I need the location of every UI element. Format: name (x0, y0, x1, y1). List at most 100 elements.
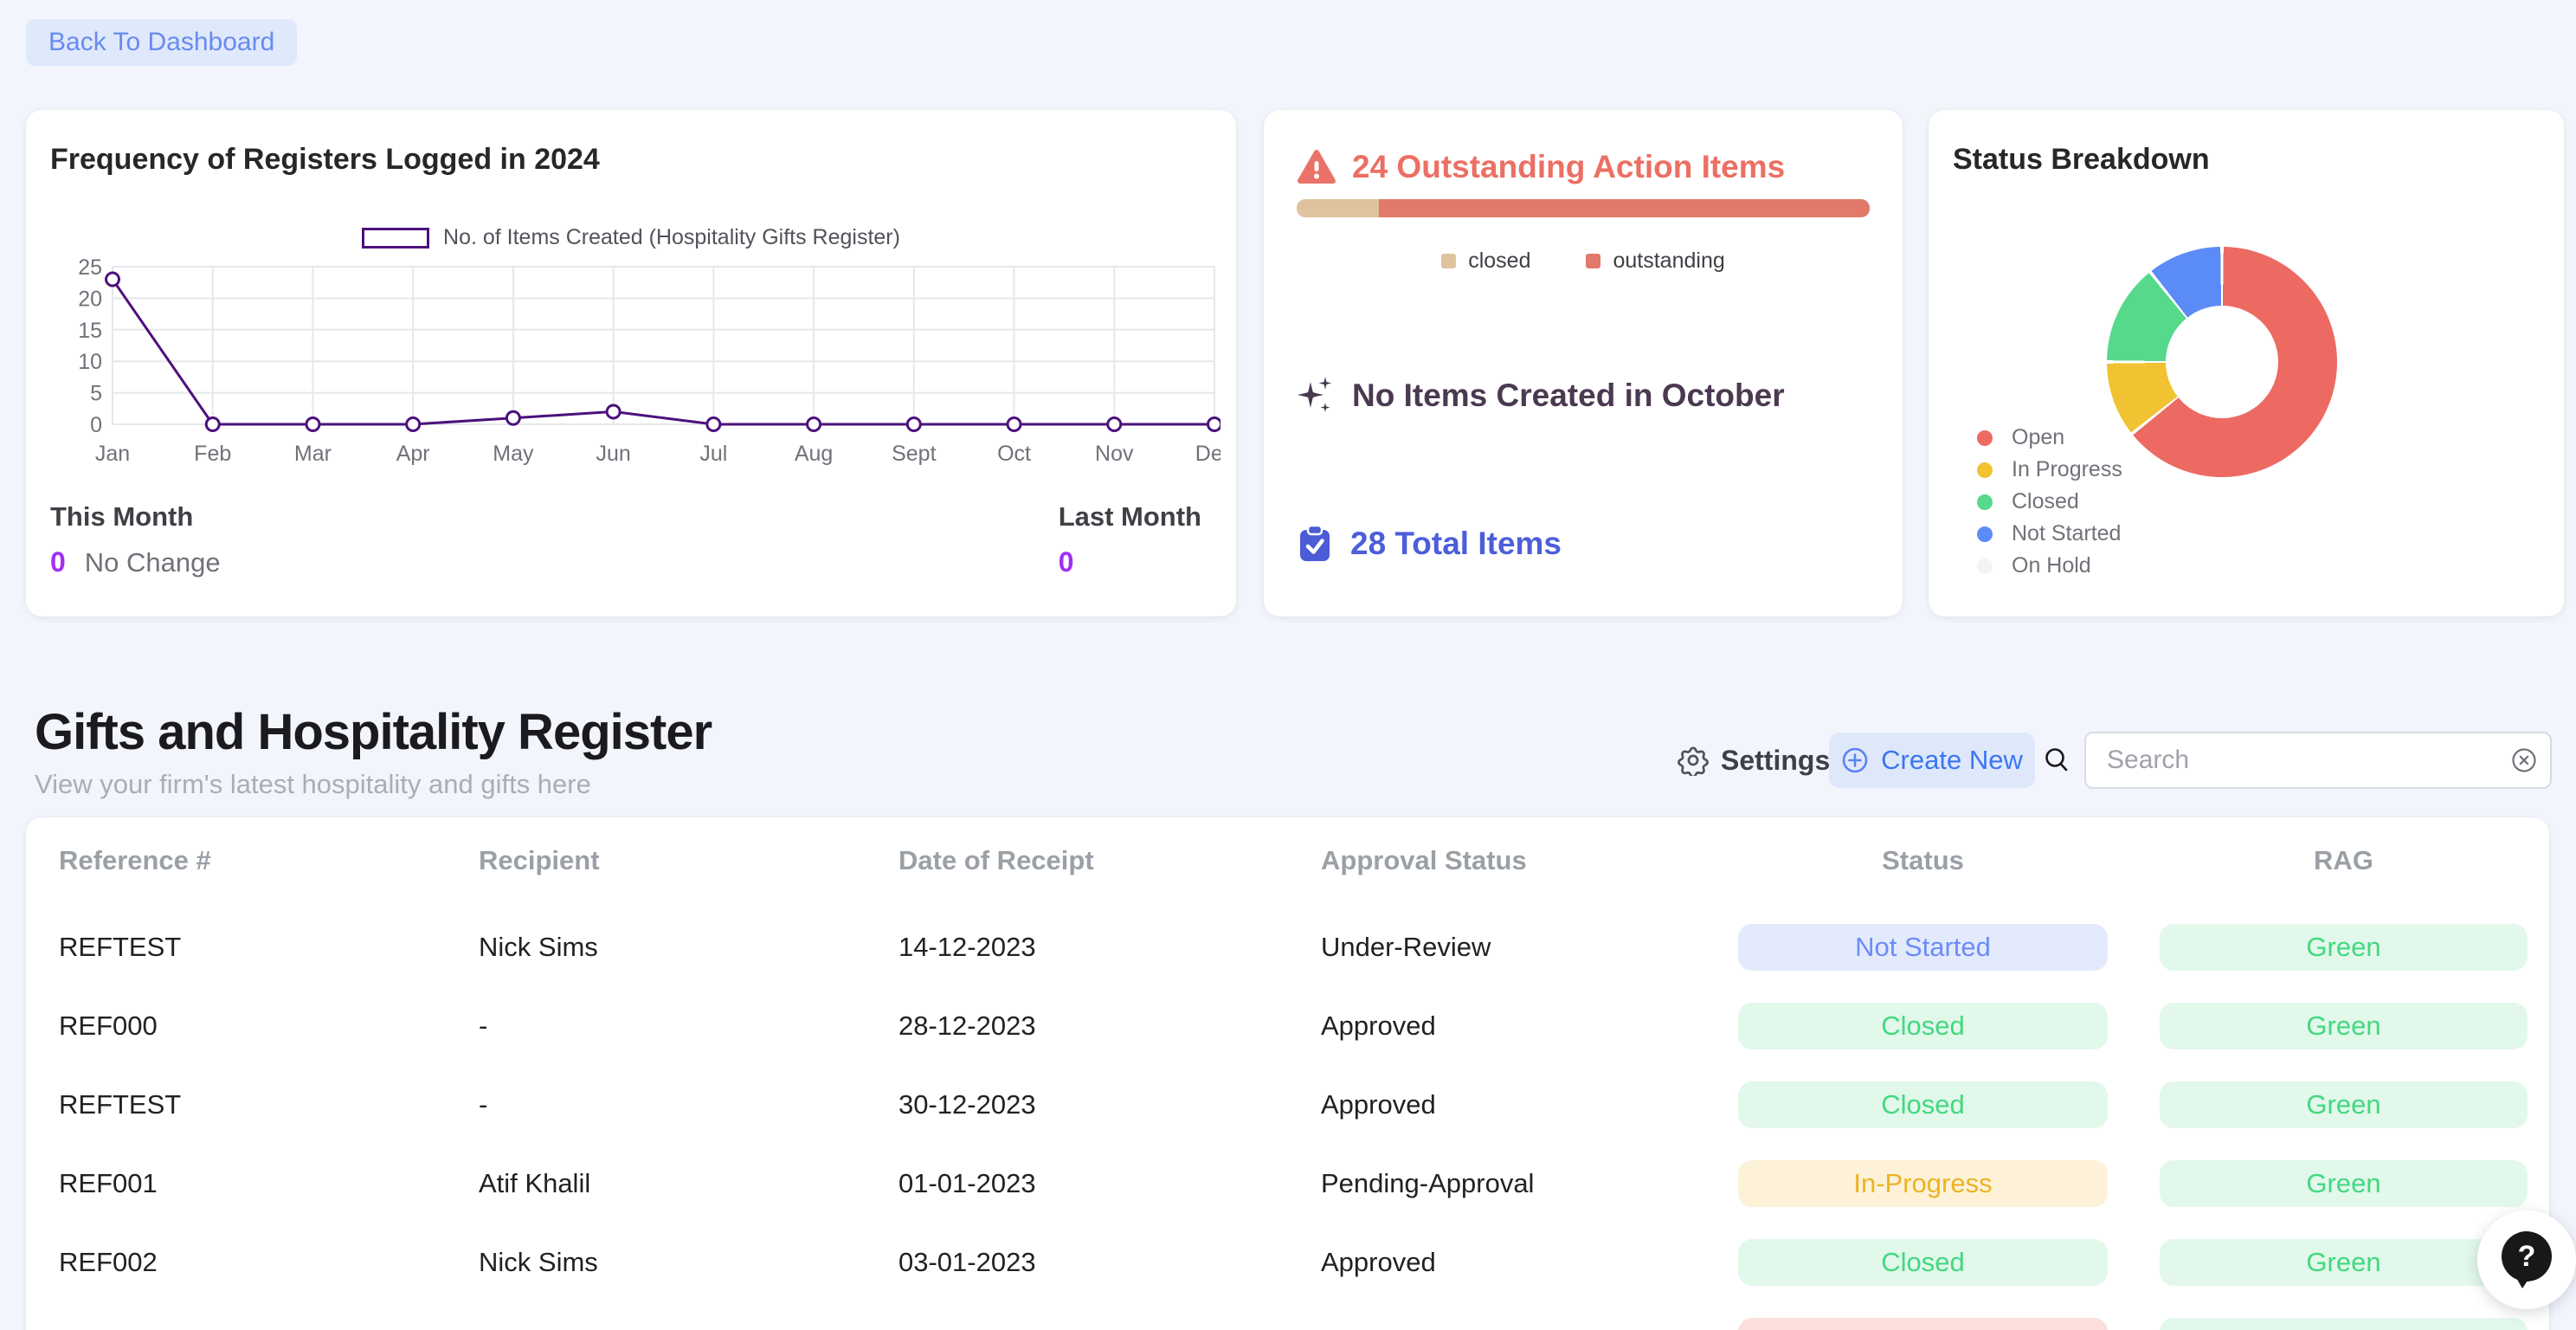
this-month-stat: This Month 0 No Change (50, 501, 221, 578)
dashboard-page: Back To Dashboard Frequency of Registers… (0, 0, 2576, 1330)
cell-recipient: Nick Sims (479, 932, 898, 963)
cell-approval-status: Approved (1321, 1010, 1738, 1042)
status-legend-item: Closed (1977, 486, 2122, 518)
warning-icon (1297, 149, 1336, 185)
legend-swatch (362, 228, 429, 249)
svg-text:0: 0 (90, 413, 102, 437)
progress-legend: closedoutstanding (1297, 249, 1870, 274)
svg-text:Oct: Oct (997, 442, 1031, 466)
circle-plus-icon (1841, 746, 1869, 774)
table-row[interactable]: REFTEST-30-12-2023ApprovedClosedGreen (26, 1065, 2549, 1144)
cell-recipient: Nick Sims (479, 1247, 898, 1278)
legend-swatch (1441, 254, 1456, 268)
data-point (506, 411, 519, 424)
legend-label: Open (2012, 425, 2064, 450)
frequency-chart-card: Frequency of Registers Logged in 2024 No… (26, 110, 1236, 617)
frequency-card-title: Frequency of Registers Logged in 2024 (50, 143, 600, 177)
closed-segment (1297, 199, 1379, 217)
cell-recipient: - (479, 1089, 898, 1120)
table-row[interactable]: REFTESTNick Sims14-12-2023Under-ReviewNo… (26, 907, 2549, 986)
action-items-card: 24 Outstanding Action Items closedoutsta… (1264, 110, 1903, 617)
svg-text:Sept: Sept (892, 442, 936, 466)
cell-date: 03-01-2023 (898, 1247, 1321, 1278)
total-items-row: 28 Total Items (1297, 524, 1562, 564)
create-new-button[interactable]: Create New (1829, 733, 2035, 788)
cell-reference: REFTEST (59, 932, 479, 963)
status-card-title: Status Breakdown (1953, 143, 2210, 177)
data-point (808, 418, 821, 431)
legend-dot (1977, 526, 1993, 542)
last-month-label: Last Month (1059, 501, 1201, 533)
clear-search-button[interactable] (2508, 745, 2540, 778)
last-month-value: 0 (1059, 546, 1074, 578)
svg-text:Mar: Mar (294, 442, 332, 466)
column-header: Reference # (59, 845, 479, 876)
question-bubble-icon: ? (2498, 1230, 2555, 1290)
cell-recipient: - (479, 1326, 898, 1330)
column-header: Status (1738, 845, 2108, 876)
cell-reference: REF001 (59, 1168, 479, 1199)
this-month-label: This Month (50, 501, 221, 533)
table-row[interactable]: REF001Atif Khalil01-01-2023Pending-Appro… (26, 1144, 2549, 1223)
rag-badge: Green (2160, 1081, 2528, 1128)
svg-text:Jul: Jul (699, 442, 727, 466)
legend-label: outstanding (1613, 249, 1724, 274)
status-donut-chart (2107, 247, 2337, 477)
progress-legend-item: outstanding (1586, 249, 1724, 274)
svg-text:5: 5 (90, 382, 102, 406)
svg-text:Dec: Dec (1195, 442, 1220, 466)
cell-approval-status: Approved (1321, 1247, 1738, 1278)
register-table-card: Reference #RecipientDate of ReceiptAppro… (26, 817, 2549, 1330)
data-point (306, 418, 319, 431)
data-point (1008, 418, 1021, 431)
last-month-stat: Last Month 0 (1059, 501, 1201, 578)
svg-text:Jun: Jun (596, 442, 630, 466)
status-breakdown-card: Status Breakdown OpenIn ProgressClosedNo… (1929, 110, 2564, 617)
svg-text:Jan: Jan (95, 442, 130, 466)
column-header: Date of Receipt (898, 845, 1321, 876)
cell-date: 14-12-2023 (898, 932, 1321, 963)
line-chart-legend: No. of Items Created (Hospitality Gifts … (26, 225, 1236, 250)
status-badge: Not Started (1738, 924, 2108, 971)
status-badge: Closed (1738, 1081, 2108, 1128)
closed-vs-outstanding-bar (1297, 199, 1870, 217)
cell-recipient: - (479, 1010, 898, 1042)
no-items-row: No Items Created in October (1297, 375, 1785, 416)
legend-label: No. of Items Created (Hospitality Gifts … (443, 225, 900, 250)
page-subtitle: View your firm's latest hospitality and … (35, 769, 591, 800)
legend-dot (1977, 462, 1993, 478)
cell-reference: REF003 (59, 1326, 479, 1330)
data-point (106, 273, 119, 286)
cell-approval-status: Pending-Approval (1321, 1168, 1738, 1199)
table-row[interactable]: REF002Nick Sims03-01-2023ApprovedClosedG… (26, 1223, 2549, 1301)
settings-button[interactable]: Settings (1678, 734, 1830, 786)
cell-date: 28-12-2023 (898, 1010, 1321, 1042)
status-badge: Open (1738, 1318, 2108, 1330)
help-button[interactable]: ? (2477, 1211, 2576, 1309)
column-header: Recipient (479, 845, 898, 876)
legend-label: In Progress (2012, 457, 2122, 482)
status-legend-item: Open (1977, 422, 2122, 454)
data-point (707, 418, 720, 431)
table-row[interactable]: REF000-28-12-2023ApprovedClosedGreen (26, 986, 2549, 1065)
cell-approval-status: Pending-Approval (1321, 1326, 1738, 1330)
page-title: Gifts and Hospitality Register (35, 703, 712, 761)
cell-reference: REF002 (59, 1247, 479, 1278)
status-badge: In-Progress (1738, 1160, 2108, 1207)
gear-icon (1678, 745, 1709, 776)
rag-badge: Green (2160, 1003, 2528, 1049)
column-header: Approval Status (1321, 845, 1738, 876)
table-row[interactable]: REF003-08-02-2023Pending-ApprovalOpenGre… (26, 1301, 2549, 1330)
clipboard-check-icon (1297, 524, 1333, 564)
status-legend-item: On Hold (1977, 550, 2122, 582)
legend-dot (1977, 494, 1993, 510)
svg-text:Nov: Nov (1095, 442, 1134, 466)
legend-label: On Hold (2012, 553, 2091, 578)
cell-date: 08-02-2023 (898, 1326, 1321, 1330)
search-input[interactable] (2084, 732, 2552, 789)
data-point (607, 405, 620, 418)
back-to-dashboard-button[interactable]: Back To Dashboard (26, 19, 297, 66)
rag-badge: Green (2160, 1239, 2528, 1286)
legend-dot (1977, 430, 1993, 446)
line-chart: 0510152025JanFebMarAprMayJunJulAugSeptOc… (43, 255, 1220, 482)
